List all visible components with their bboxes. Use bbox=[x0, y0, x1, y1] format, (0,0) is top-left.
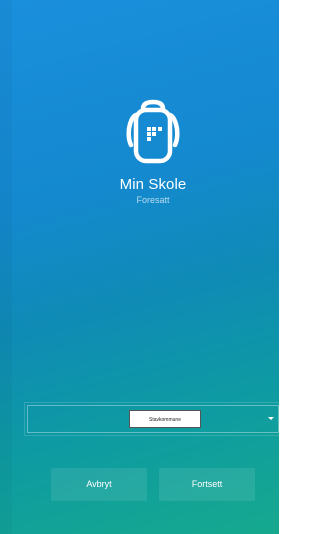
app-subtitle: Foresatt bbox=[136, 195, 170, 205]
screen-edge bbox=[0, 0, 12, 534]
continue-button[interactable]: Fortsett bbox=[159, 468, 255, 501]
dropdown-arrow-icon[interactable] bbox=[268, 417, 274, 420]
login-screen: Min Skole Foresatt Stavkommune Avbryt Fo… bbox=[0, 0, 279, 534]
backpack-icon bbox=[126, 99, 180, 164]
cancel-button[interactable]: Avbryt bbox=[51, 468, 147, 501]
municipality-selected-value[interactable]: Stavkommune bbox=[129, 410, 201, 428]
municipality-dropdown[interactable]: Stavkommune bbox=[24, 402, 279, 436]
app-title: Min Skole bbox=[119, 176, 187, 193]
